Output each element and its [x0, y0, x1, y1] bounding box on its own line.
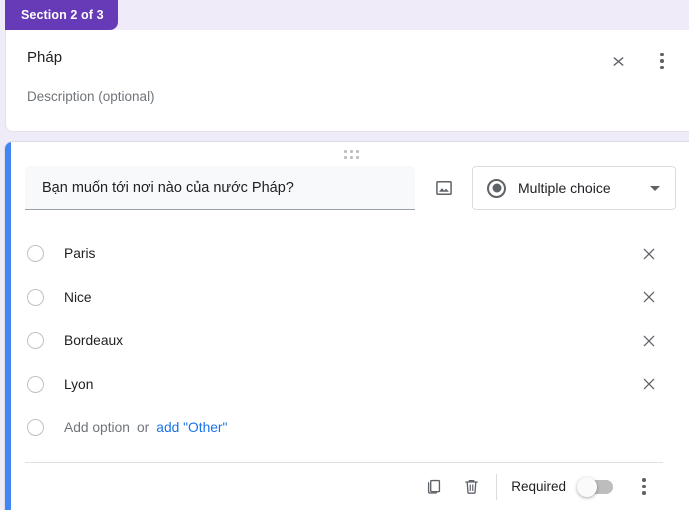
question-title-input[interactable]: Bạn muốn tới nơi nào của nước Pháp?	[25, 166, 415, 210]
drag-handle-icon[interactable]	[344, 150, 362, 160]
image-icon	[434, 178, 454, 198]
question-title-text: Bạn muốn tới nơi nào của nước Pháp?	[42, 180, 294, 196]
duplicate-icon	[424, 477, 443, 496]
remove-option-button[interactable]	[638, 286, 660, 308]
more-vert-icon	[660, 53, 663, 69]
radio-button-icon	[487, 179, 506, 198]
question-type-label: Multiple choice	[518, 180, 650, 196]
option-label[interactable]: Nice	[64, 290, 92, 305]
close-icon	[641, 289, 657, 305]
section-title[interactable]: Pháp	[27, 49, 62, 66]
close-icon	[641, 333, 657, 349]
option-row[interactable]: Paris	[0, 232, 685, 276]
add-option-button[interactable]: Add option	[64, 420, 130, 435]
question-more-options-button[interactable]	[625, 468, 663, 506]
section-actions	[605, 48, 675, 74]
add-other-link[interactable]: add "Other"	[156, 420, 227, 435]
add-image-button[interactable]	[432, 176, 456, 200]
add-option-row[interactable]: Add option or add "Other"	[0, 406, 685, 450]
close-icon	[641, 246, 657, 262]
chevron-down-icon	[650, 186, 660, 191]
collapse-section-button[interactable]	[605, 48, 631, 74]
question-footer-toolbar: Required	[0, 463, 685, 510]
radio-button-icon[interactable]	[27, 245, 44, 262]
option-label[interactable]: Lyon	[64, 377, 93, 392]
section-tab-row: Section 2 of 3	[0, 0, 689, 30]
footer-divider	[496, 474, 497, 500]
radio-button-icon[interactable]	[27, 289, 44, 306]
collapse-icon	[610, 53, 627, 70]
option-row[interactable]: Nice	[0, 276, 685, 320]
option-label[interactable]: Bordeaux	[64, 333, 123, 348]
required-toggle[interactable]	[579, 480, 613, 494]
more-vert-icon	[642, 478, 645, 494]
option-label[interactable]: Paris	[64, 246, 95, 261]
remove-option-button[interactable]	[638, 373, 660, 395]
add-option-or-text: or	[137, 420, 149, 435]
delete-question-button[interactable]	[452, 468, 490, 506]
section-more-options-button[interactable]	[649, 48, 675, 74]
options-list: Paris Nice Bordeaux Lyon	[0, 232, 685, 450]
radio-button-icon[interactable]	[27, 332, 44, 349]
option-row[interactable]: Bordeaux	[0, 319, 685, 363]
close-icon	[641, 376, 657, 392]
question-type-dropdown[interactable]: Multiple choice	[472, 166, 676, 210]
section-card[interactable]: Pháp Description (optional)	[5, 30, 689, 132]
radio-button-icon	[27, 419, 44, 436]
trash-icon	[462, 477, 481, 496]
radio-button-icon[interactable]	[27, 376, 44, 393]
required-label: Required	[511, 479, 566, 494]
section-tab[interactable]: Section 2 of 3	[5, 0, 118, 30]
option-row[interactable]: Lyon	[0, 363, 685, 407]
duplicate-question-button[interactable]	[414, 468, 452, 506]
remove-option-button[interactable]	[638, 243, 660, 265]
section-tab-label: Section 2 of 3	[21, 8, 104, 22]
remove-option-button[interactable]	[638, 330, 660, 352]
section-description-placeholder[interactable]: Description (optional)	[27, 89, 155, 104]
